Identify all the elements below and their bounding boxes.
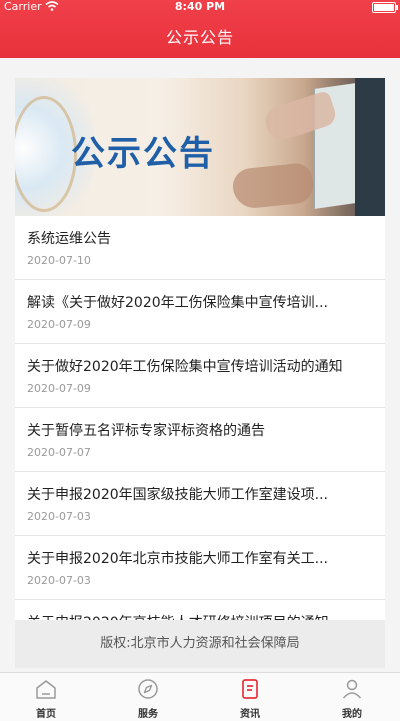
item-title: 关于申报2020年国家级技能大师工作室建设项... bbox=[27, 487, 328, 503]
tab-bar: 首页 服务 资讯 我的 bbox=[0, 672, 400, 721]
item-title: 关于做好2020年工伤保险集中宣传培训活动的通知 bbox=[27, 359, 343, 375]
banner-title: 公示公告 bbox=[71, 134, 215, 174]
tab-home[interactable]: 首页 bbox=[16, 677, 76, 720]
item-title: 关于申报2020年北京市技能大师工作室有关工... bbox=[27, 551, 328, 567]
user-icon bbox=[342, 679, 362, 699]
status-bar: Carrier 8:40 PM bbox=[0, 0, 400, 14]
tab-label: 资讯 bbox=[240, 709, 260, 720]
announcement-panel: 公示公告 系统运维公告 2020-07-10 解读《关于做好2020年工伤保险集… bbox=[15, 78, 385, 668]
list-item[interactable]: 关于申报2020年国家级技能大师工作室建设项... 2020-07-03 bbox=[15, 472, 385, 536]
list-item[interactable]: 关于暂停五名评标专家评标资格的通告 2020-07-07 bbox=[15, 408, 385, 472]
battery-icon bbox=[372, 2, 398, 13]
list-item[interactable]: 系统运维公告 2020-07-10 bbox=[15, 216, 385, 280]
tab-services[interactable]: 服务 bbox=[118, 677, 178, 720]
document-icon bbox=[242, 679, 258, 699]
clock: 8:40 PM bbox=[174, 0, 226, 13]
list-item[interactable]: 解读《关于做好2020年工伤保险集中宣传培训... 2020-07-09 bbox=[15, 280, 385, 344]
item-title: 关于暂停五名评标专家评标资格的通告 bbox=[27, 423, 265, 439]
banner-image: 公示公告 bbox=[15, 78, 385, 216]
list-item[interactable]: 关于申报2020年北京市技能大师工作室有关工... 2020-07-03 bbox=[15, 536, 385, 600]
home-icon bbox=[36, 680, 56, 699]
item-date: 2020-07-03 bbox=[27, 510, 91, 523]
page-title: 公示公告 bbox=[165, 28, 234, 47]
item-date: 2020-07-09 bbox=[27, 318, 91, 331]
tab-label: 首页 bbox=[36, 709, 56, 720]
item-title: 系统运维公告 bbox=[27, 231, 111, 247]
compass-icon bbox=[138, 679, 158, 699]
copyright-note: 版权:北京市人力资源和社会保障局 bbox=[15, 620, 385, 668]
item-title: 解读《关于做好2020年工伤保险集中宣传培训... bbox=[27, 295, 328, 311]
item-date: 2020-07-07 bbox=[27, 446, 91, 459]
tab-label: 服务 bbox=[138, 709, 158, 720]
app-header: Carrier 8:40 PM 公示公告 bbox=[0, 0, 400, 58]
tab-mine[interactable]: 我的 bbox=[322, 677, 382, 720]
item-date: 2020-07-10 bbox=[27, 254, 91, 267]
item-date: 2020-07-03 bbox=[27, 574, 91, 587]
list-item[interactable]: 关于做好2020年工伤保险集中宣传培训活动的通知 2020-07-09 bbox=[15, 344, 385, 408]
announcement-list: 系统运维公告 2020-07-10 解读《关于做好2020年工伤保险集中宣传培训… bbox=[15, 216, 385, 664]
tab-label: 我的 bbox=[342, 709, 362, 720]
item-date: 2020-07-09 bbox=[27, 382, 91, 395]
tab-news[interactable]: 资讯 bbox=[220, 677, 280, 720]
